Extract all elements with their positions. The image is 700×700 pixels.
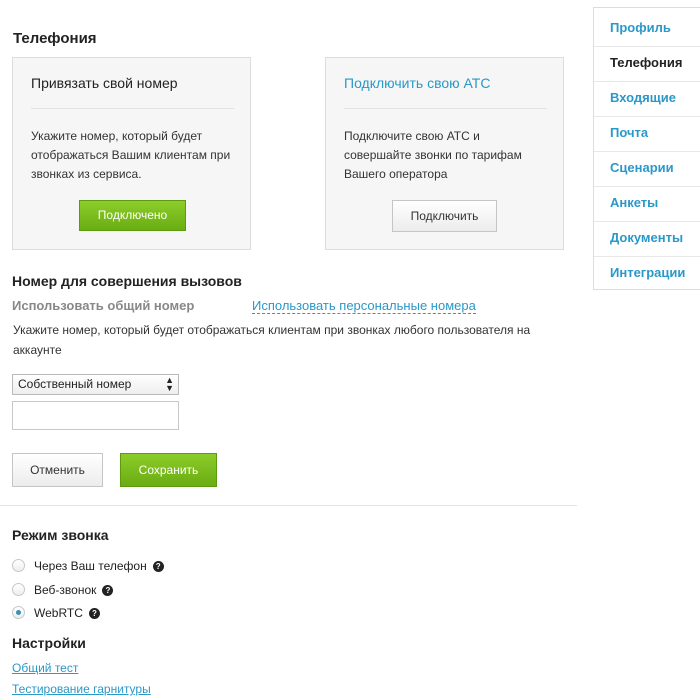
save-button[interactable]: Сохранить (120, 453, 217, 487)
own-number-card: Привязать свой номер Укажите номер, кото… (12, 57, 251, 250)
radio-button[interactable] (12, 583, 25, 596)
calling-number-description: Укажите номер, который будет отображатьс… (13, 323, 531, 357)
sidebar-divider (594, 256, 700, 257)
sidebar-divider (594, 221, 700, 222)
sidebar-item-mail[interactable]: Почта (610, 125, 648, 140)
question-circle-icon[interactable]: ? (88, 608, 100, 619)
sidebar-item-forms[interactable]: Анкеты (610, 195, 658, 210)
updown-arrows-icon: ▲ ▼ (165, 375, 174, 393)
connected-button[interactable]: Подключено (79, 200, 186, 231)
question-circle-icon[interactable]: ? (152, 561, 164, 572)
cancel-button[interactable]: Отменить (12, 453, 103, 487)
question-circle-icon[interactable]: ? (102, 585, 114, 596)
sidebar-divider (594, 116, 700, 117)
number-input[interactable] (12, 401, 179, 430)
sidebar-divider (594, 46, 700, 47)
sidebar-item-scenarios[interactable]: Сценарии (610, 160, 674, 175)
settings-heading: Настройки (12, 635, 86, 651)
calling-number-heading: Номер для совершения вызовов (12, 273, 242, 289)
page-title: Телефония (13, 30, 97, 47)
own-pbx-card-description: Подключите свою АТС и совершайте звонки … (344, 129, 522, 181)
mode-personal-numbers-link[interactable]: Использовать персональные номера (252, 298, 476, 314)
settings-sidebar: Профиль Телефония Входящие Почта Сценари… (593, 7, 700, 290)
own-pbx-card-title[interactable]: Подключить свою АТС (344, 75, 490, 91)
radio-button[interactable] (12, 559, 25, 572)
number-type-select-value: Собственный номер (18, 377, 132, 391)
mode-common-number[interactable]: Использовать общий номер (12, 298, 194, 313)
headset-test-link[interactable]: Тестирование гарнитуры (12, 682, 151, 696)
radio-label: Веб-звонок (34, 583, 97, 597)
number-type-select[interactable]: Собственный номер ▲ ▼ (12, 374, 179, 395)
sidebar-divider (594, 151, 700, 152)
sidebar-item-integrations[interactable]: Интеграции (610, 265, 685, 280)
card-divider (31, 108, 234, 109)
sidebar-item-profile[interactable]: Профиль (610, 20, 671, 35)
sidebar-item-documents[interactable]: Документы (610, 230, 683, 245)
general-test-link[interactable]: Общий тест (12, 661, 78, 675)
call-mode-heading: Режим звонка (12, 527, 109, 543)
radio-label: WebRTC (34, 606, 83, 620)
sidebar-item-incoming[interactable]: Входящие (610, 90, 676, 105)
radio-button-selected[interactable] (12, 606, 25, 619)
radio-label: Через Ваш телефон (34, 559, 147, 573)
own-pbx-card: Подключить свою АТС Подключите свою АТС … (325, 57, 564, 250)
connect-button[interactable]: Подключить (392, 200, 497, 232)
own-number-card-description: Укажите номер, который будет отображатьс… (31, 129, 231, 181)
sidebar-divider (594, 81, 700, 82)
own-number-card-title: Привязать свой номер (31, 75, 178, 91)
sidebar-divider (594, 186, 700, 187)
sidebar-item-telephony[interactable]: Телефония (610, 55, 682, 70)
section-divider (0, 505, 577, 506)
card-divider (344, 108, 547, 109)
